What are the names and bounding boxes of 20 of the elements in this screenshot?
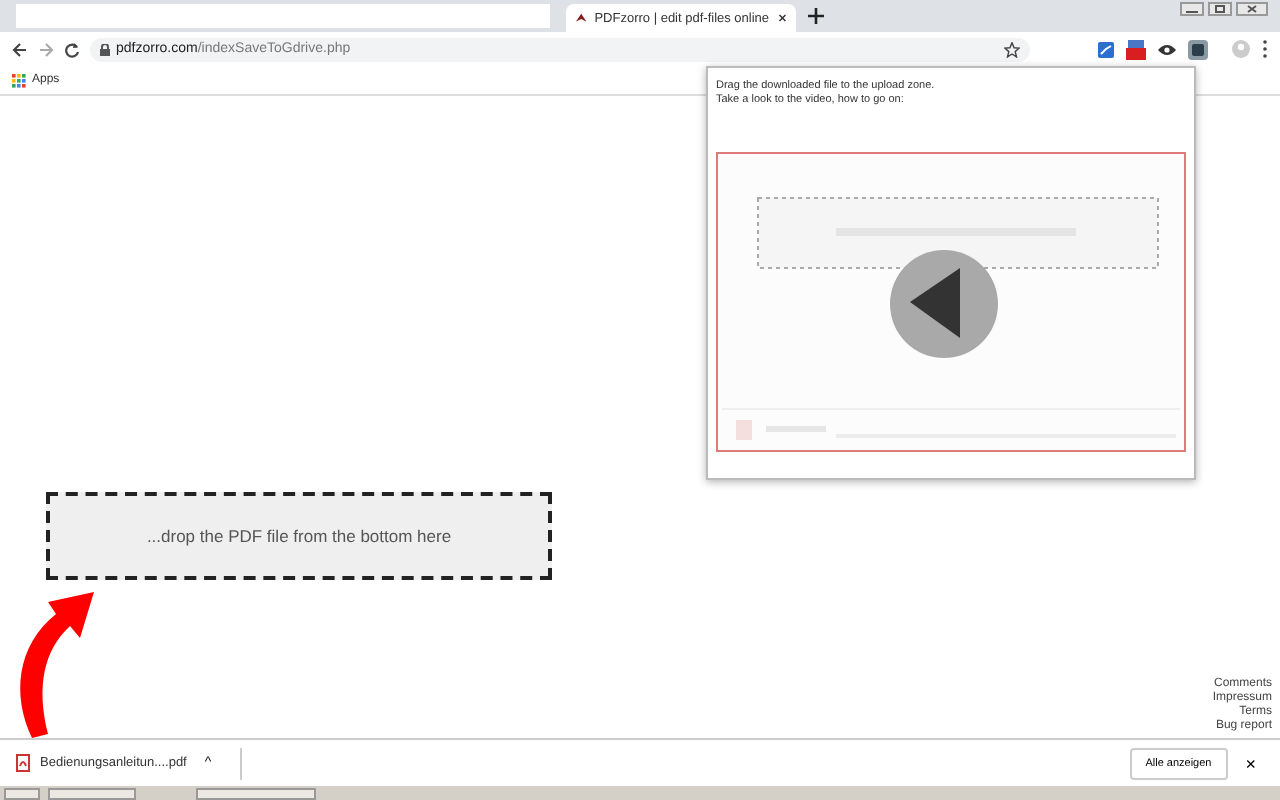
- lock-icon: [100, 43, 110, 55]
- back-icon[interactable]: [12, 41, 28, 57]
- maximize-icon[interactable]: [1208, 2, 1232, 16]
- play-button[interactable]: [890, 250, 998, 358]
- eye-icon[interactable]: [1158, 43, 1176, 55]
- close-icon[interactable]: [1236, 2, 1268, 16]
- extension-icon[interactable]: [1098, 41, 1114, 57]
- new-tab-icon[interactable]: [808, 8, 824, 24]
- close-button[interactable]: ×: [1237, 753, 1264, 773]
- calendar-icon[interactable]: [1126, 39, 1146, 59]
- minimize-icon[interactable]: [1180, 2, 1204, 16]
- drop-zone[interactable]: ...drop the PDF file from the bottom here: [46, 492, 552, 580]
- favicon-icon: [576, 11, 587, 25]
- apps-grid-icon[interactable]: [12, 73, 26, 87]
- menu-icon[interactable]: [1262, 40, 1268, 58]
- extension-icon[interactable]: [1188, 39, 1208, 59]
- close-icon[interactable]: [777, 12, 786, 24]
- pdf-file-icon: [16, 754, 30, 772]
- reload-icon[interactable]: [64, 41, 80, 57]
- star-icon[interactable]: [1004, 41, 1020, 57]
